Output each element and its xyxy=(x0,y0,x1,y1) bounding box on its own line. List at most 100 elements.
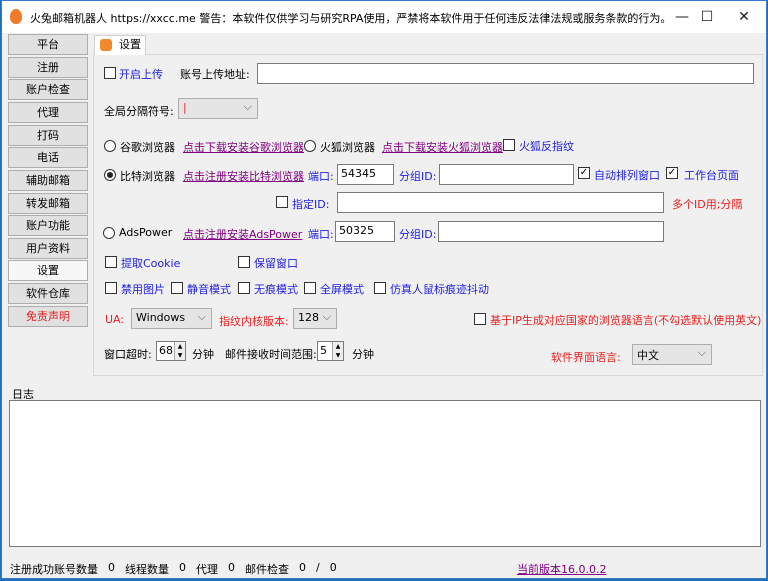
auto-arrange-checkbox[interactable]: ✓ xyxy=(578,167,590,179)
keep-window-label: 保留窗口 xyxy=(254,257,298,270)
fullscreen-label: 全屏模式 xyxy=(320,283,364,296)
sidebar-item-account-functions[interactable]: 账户功能 xyxy=(8,215,88,236)
ads-port-label: 端口: xyxy=(308,228,334,241)
incognito-checkbox[interactable] xyxy=(238,282,250,294)
sidebar-item-platform[interactable]: 平台 xyxy=(8,34,88,55)
firefox-radio[interactable] xyxy=(304,140,316,152)
kernel-select[interactable]: 128 xyxy=(293,308,337,329)
ui-language-label: 软件界面语言: xyxy=(551,351,621,364)
ip-language-checkbox[interactable] xyxy=(474,313,486,325)
adspower-radio[interactable] xyxy=(103,227,115,239)
auto-arrange-label: 自动排列窗口 xyxy=(594,169,660,182)
ads-group-label: 分组ID: xyxy=(399,228,437,241)
sidebar-item-captcha[interactable]: 打码 xyxy=(8,125,88,146)
mail-range-unit: 分钟 xyxy=(352,348,374,361)
chrome-download-link[interactable]: 点击下载安装谷歌浏览器 xyxy=(183,139,304,155)
specify-id-input[interactable] xyxy=(337,192,664,213)
firefox-fp-checkbox[interactable] xyxy=(503,139,515,151)
timeout-unit: 分钟 xyxy=(192,348,214,361)
mail-check-label: 邮件检查 xyxy=(245,563,289,576)
timeout-spinner[interactable]: 68 ▲ ▼ xyxy=(156,341,186,361)
sidebar-item-account-check[interactable]: 账户检查 xyxy=(8,79,88,100)
firefox-download-link[interactable]: 点击下载安装火狐浏览器 xyxy=(382,139,503,155)
incognito-label: 无痕模式 xyxy=(254,283,298,296)
sidebar-item-disclaimer[interactable]: 免责声明 xyxy=(8,306,88,327)
ip-language-label: 基于IP生成对应国家的浏览器语言(不勾选默认使用英文) xyxy=(490,314,762,327)
title-bar: 火兔邮箱机器人 https://xxcc.me 警告：本软件仅供学习与研究RPA… xyxy=(2,1,766,33)
thread-count: 0 xyxy=(179,561,186,574)
sidebar-item-proxy[interactable]: 代理 xyxy=(8,102,88,123)
log-textarea[interactable] xyxy=(9,400,761,547)
disable-images-checkbox[interactable] xyxy=(105,282,117,294)
mail-range-value: 5 xyxy=(320,344,327,357)
app-window: 火兔邮箱机器人 https://xxcc.me 警告：本软件仅供学习与研究RPA… xyxy=(1,0,767,579)
spin-arrows-icon[interactable]: ▲ ▼ xyxy=(174,342,185,360)
ua-label: UA: xyxy=(105,313,125,326)
bit-radio[interactable] xyxy=(104,169,116,181)
adspower-register-link[interactable]: 点击注册安装AdsPower xyxy=(183,226,302,242)
chrome-radio[interactable] xyxy=(104,140,116,152)
bit-group-label: 分组ID: xyxy=(399,170,437,183)
separator-label: 全局分隔符号: xyxy=(104,105,174,118)
mute-label: 静音模式 xyxy=(187,283,231,296)
mail-range-label: 邮件接收时间范围: xyxy=(225,348,317,361)
workbench-checkbox[interactable]: ✓ xyxy=(666,167,678,179)
timeout-label: 窗口超时: xyxy=(104,348,152,361)
mouse-jitter-checkbox[interactable] xyxy=(374,282,386,294)
ui-language-select[interactable]: 中文 xyxy=(632,344,712,365)
upload-url-input[interactable] xyxy=(257,63,754,84)
mute-checkbox[interactable] xyxy=(171,282,183,294)
disable-images-label: 禁用图片 xyxy=(121,283,165,296)
get-cookie-label: 提取Cookie xyxy=(121,257,181,270)
mail-check-total: 0 xyxy=(329,561,337,574)
close-button[interactable]: ✕ xyxy=(724,5,764,29)
ads-group-input[interactable] xyxy=(438,221,664,242)
mail-check-done: 0 xyxy=(299,561,306,574)
app-logo-icon xyxy=(10,9,22,24)
maximize-button[interactable]: ☐ xyxy=(687,5,727,29)
specify-id-hint: 多个ID用;分隔 xyxy=(672,198,743,211)
mail-range-spinner[interactable]: 5 ▲ ▼ xyxy=(317,341,344,361)
proxy-count: 0 xyxy=(228,561,235,574)
fullscreen-checkbox[interactable] xyxy=(304,282,316,294)
sidebar-item-recovery-email[interactable]: 辅助邮箱 xyxy=(8,170,88,191)
mail-check-slash: / xyxy=(316,561,320,574)
sidebar-item-software-store[interactable]: 软件仓库 xyxy=(8,283,88,304)
sidebar-item-user-profile[interactable]: 用户资料 xyxy=(8,238,88,259)
firefox-fp-label: 火狐反指纹 xyxy=(519,140,574,153)
upload-url-label: 账号上传地址: xyxy=(180,68,250,81)
kernel-label: 指纹内核版本: xyxy=(219,315,289,328)
ua-select[interactable]: Windows xyxy=(131,308,212,329)
proxy-count-label: 代理 xyxy=(196,563,218,576)
specify-id-checkbox[interactable] xyxy=(276,196,288,208)
enable-upload-checkbox[interactable] xyxy=(104,67,116,79)
bit-register-link[interactable]: 点击注册安装比特浏览器 xyxy=(183,168,304,184)
spin-arrows-icon[interactable]: ▲ ▼ xyxy=(332,342,343,360)
settings-tab-icon xyxy=(100,39,112,51)
bit-port-input[interactable]: 54345 xyxy=(337,164,394,185)
window-title: 火兔邮箱机器人 https://xxcc.me 警告：本软件仅供学习与研究RPA… xyxy=(30,12,672,25)
sidebar-item-forward-email[interactable]: 转发邮箱 xyxy=(8,193,88,214)
status-bar: 注册成功账号数量 0 线程数量 0 代理 0 邮件检查 0 / 0 xyxy=(10,561,337,577)
adspower-label: AdsPower xyxy=(119,226,173,239)
ads-port-input[interactable]: 50325 xyxy=(335,221,395,242)
keep-window-checkbox[interactable] xyxy=(238,256,250,268)
sidebar-item-phone[interactable]: 电话 xyxy=(8,147,88,168)
workbench-label: 工作台页面 xyxy=(684,169,739,182)
chrome-label: 谷歌浏览器 xyxy=(120,141,175,154)
firefox-label: 火狐浏览器 xyxy=(320,141,375,154)
sidebar-item-settings[interactable]: 设置 xyxy=(8,260,88,281)
sidebar-item-register[interactable]: 注册 xyxy=(8,57,88,78)
bit-label: 比特浏览器 xyxy=(120,170,175,183)
get-cookie-checkbox[interactable] xyxy=(105,256,117,268)
bit-group-input[interactable] xyxy=(439,164,574,185)
enable-upload-label: 开启上传 xyxy=(119,68,163,81)
specify-id-label: 指定ID: xyxy=(292,198,330,211)
thread-count-label: 线程数量 xyxy=(125,563,169,576)
version-link[interactable]: 当前版本16.0.0.2 xyxy=(517,561,606,577)
reg-count: 0 xyxy=(108,561,115,574)
separator-select[interactable]: | xyxy=(178,98,258,119)
timeout-value: 68 xyxy=(159,344,173,357)
reg-count-label: 注册成功账号数量 xyxy=(10,563,98,576)
bit-port-label: 端口: xyxy=(308,170,334,183)
